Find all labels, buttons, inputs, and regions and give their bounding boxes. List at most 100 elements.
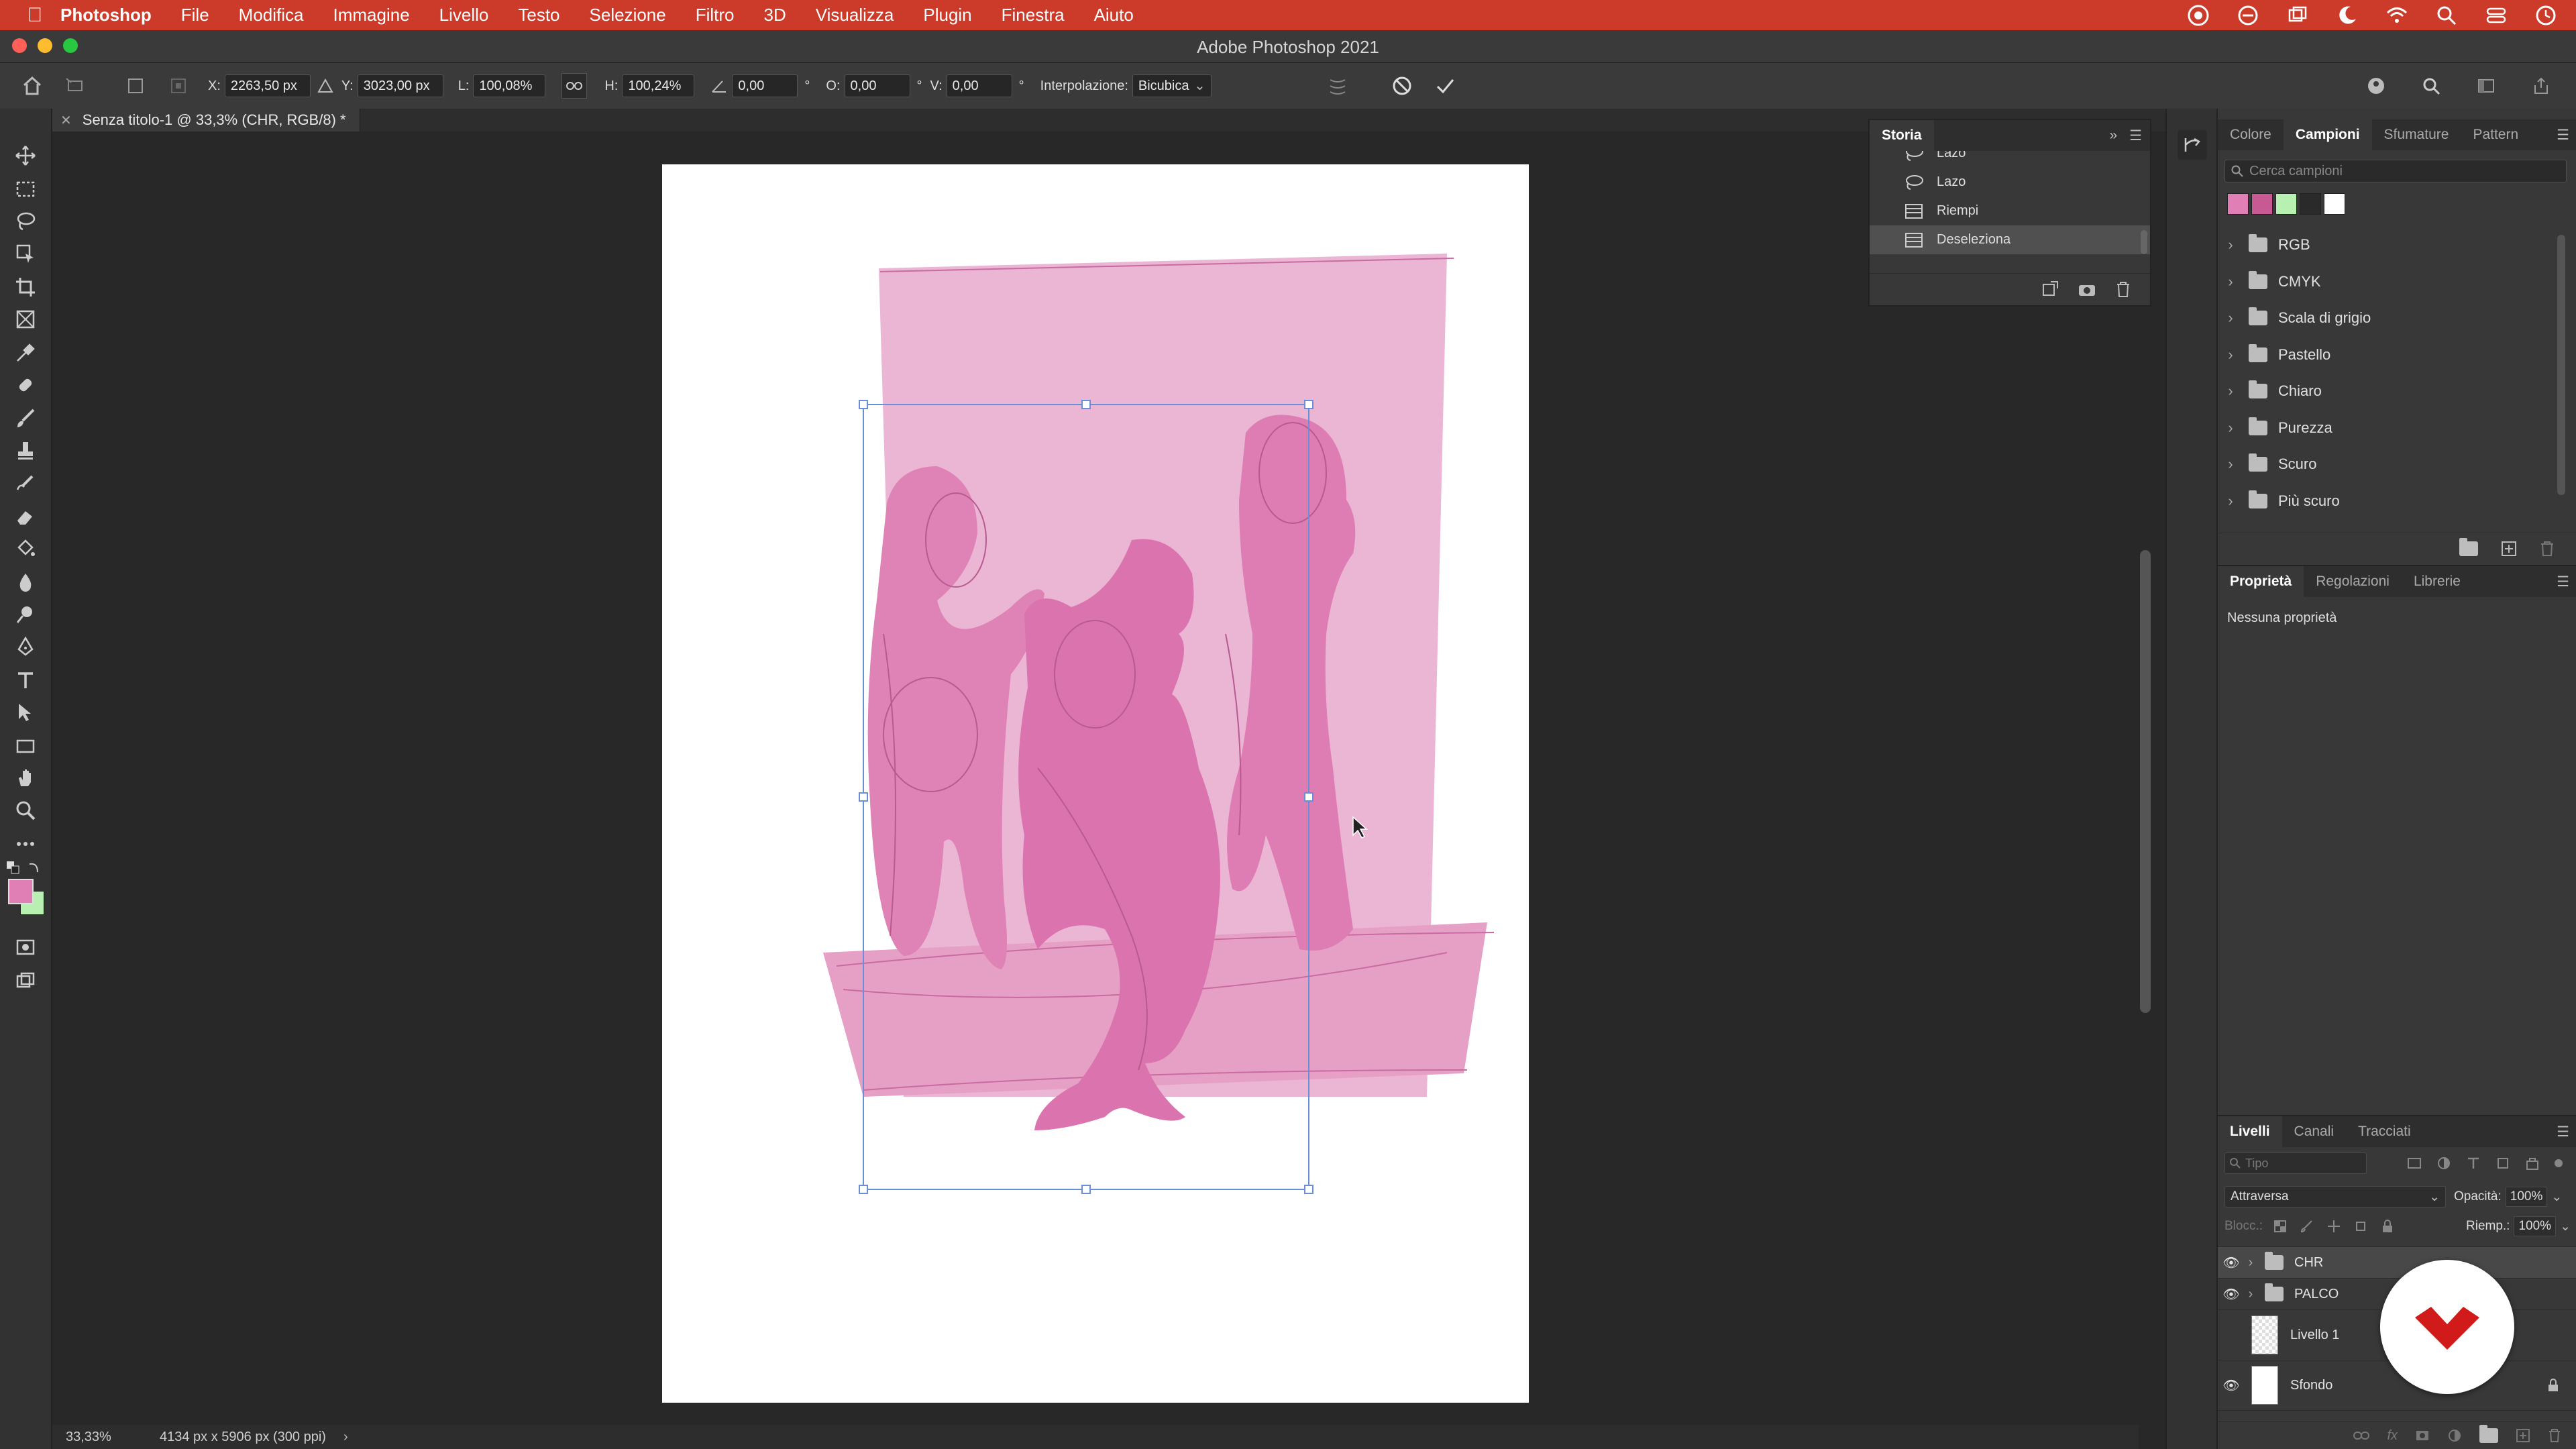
- new-group-icon[interactable]: [2479, 1425, 2498, 1443]
- visibility-eye-icon[interactable]: 👁: [2218, 1286, 2245, 1303]
- link-proportions-icon[interactable]: [561, 73, 588, 99]
- chevron-down-icon[interactable]: ⌄: [2551, 1189, 2562, 1205]
- swatch-group-row[interactable]: › Purezza: [2218, 410, 2576, 447]
- document-canvas[interactable]: [662, 164, 1529, 1403]
- control-center-icon[interactable]: [2485, 4, 2508, 27]
- workspace-icon[interactable]: [2474, 74, 2498, 98]
- new-swatch-group-icon[interactable]: [2459, 538, 2478, 556]
- reference-point-icon[interactable]: [123, 74, 148, 98]
- apple-menu-icon[interactable]: : [15, 4, 55, 27]
- default-colors-icon[interactable]: [5, 860, 20, 875]
- swatch-group-row[interactable]: › Chiaro: [2218, 373, 2576, 410]
- filter-toggle-icon[interactable]: [2555, 1159, 2563, 1167]
- swatch-search-input[interactable]: Cerca campioni: [2224, 160, 2567, 182]
- dodge-tool-icon[interactable]: [12, 601, 39, 628]
- panel-menu-icon[interactable]: ☰: [2557, 127, 2569, 144]
- home-icon[interactable]: [20, 74, 44, 98]
- reference-grid-icon[interactable]: [166, 74, 191, 98]
- cancel-transform-icon[interactable]: [1390, 74, 1414, 98]
- recent-swatch[interactable]: [2227, 193, 2249, 215]
- collapse-panel-icon[interactable]: »: [2109, 127, 2117, 144]
- delete-state-trash-icon[interactable]: [2115, 280, 2131, 298]
- quick-mask-icon[interactable]: [12, 934, 39, 961]
- snapshot-camera-icon[interactable]: [2078, 281, 2096, 297]
- zoom-tool-icon[interactable]: [12, 797, 39, 824]
- filter-shape-layer-icon[interactable]: [2496, 1156, 2510, 1171]
- swatch-group-row[interactable]: › Pastello: [2218, 337, 2576, 374]
- document-tab[interactable]: ✕ Senza titolo-1 @ 33,3% (CHR, RGB/8) *: [52, 109, 360, 131]
- search-icon[interactable]: [2419, 74, 2443, 98]
- chevron-right-icon[interactable]: ›: [2220, 492, 2241, 510]
- lock-transparent-pixels-icon[interactable]: [2273, 1220, 2287, 1233]
- new-document-from-state-icon[interactable]: [2041, 280, 2059, 298]
- creative-cloud-icon[interactable]: [2187, 4, 2210, 27]
- lock-artboard-icon[interactable]: [2354, 1220, 2367, 1233]
- warp-mode-icon[interactable]: [1326, 74, 1350, 98]
- history-item[interactable]: Lazo: [1870, 151, 2150, 168]
- rotate-angle-field[interactable]: 0,00: [732, 74, 798, 97]
- tab-librerie[interactable]: Librerie: [2402, 566, 2473, 597]
- swap-colors-icon[interactable]: [27, 860, 42, 875]
- commit-transform-icon[interactable]: [1433, 74, 1457, 98]
- recent-swatch[interactable]: [2275, 193, 2297, 215]
- blend-mode-select[interactable]: Attraversa ⌄: [2224, 1186, 2446, 1208]
- tab-tracciati[interactable]: Tracciati: [2346, 1116, 2423, 1147]
- menu-file[interactable]: File: [181, 5, 209, 25]
- tab-regolazioni[interactable]: Regolazioni: [2304, 566, 2402, 597]
- swatch-group-row[interactable]: › CMYK: [2218, 264, 2576, 301]
- tab-pattern[interactable]: Pattern: [2461, 119, 2530, 150]
- swatch-group-row[interactable]: › Scuro: [2218, 446, 2576, 483]
- filter-adjustment-layer-icon[interactable]: [2436, 1156, 2451, 1171]
- chevron-right-icon[interactable]: ›: [343, 1430, 348, 1445]
- vertical-scrollbar[interactable]: [2140, 550, 2151, 1013]
- tab-canali[interactable]: Canali: [2282, 1116, 2347, 1147]
- history-brush-tool-icon[interactable]: [12, 471, 39, 498]
- chevron-right-icon[interactable]: ›: [2220, 346, 2241, 364]
- menu-app[interactable]: Photoshop: [60, 5, 152, 25]
- blur-tool-icon[interactable]: [12, 569, 39, 596]
- clock-icon[interactable]: [2534, 4, 2557, 27]
- link-layers-icon[interactable]: [2353, 1430, 2370, 1441]
- foreground-color-swatch[interactable]: [8, 879, 34, 904]
- menu-filtro[interactable]: Filtro: [696, 5, 735, 25]
- history-scrollbar[interactable]: [2141, 230, 2147, 254]
- tab-livelli[interactable]: Livelli: [2218, 1116, 2282, 1147]
- move-tool-icon[interactable]: [12, 142, 39, 169]
- menu-plugin[interactable]: Plugin: [923, 5, 971, 25]
- pen-tool-icon[interactable]: [12, 633, 39, 660]
- recent-swatch[interactable]: [2300, 193, 2321, 215]
- chevron-right-icon[interactable]: ›: [2220, 455, 2241, 473]
- new-layer-icon[interactable]: [2516, 1428, 2530, 1443]
- share-account-icon[interactable]: [2364, 74, 2388, 98]
- horizontal-skew-field[interactable]: 0,00: [844, 74, 910, 97]
- share-icon[interactable]: [2529, 74, 2553, 98]
- windows-icon[interactable]: [2286, 4, 2309, 27]
- filter-pixel-layer-icon[interactable]: [2407, 1156, 2422, 1171]
- layer-effects-icon[interactable]: fx: [2387, 1428, 2398, 1444]
- close-document-icon[interactable]: ✕: [60, 112, 72, 129]
- chevron-right-icon[interactable]: ›: [2220, 382, 2241, 400]
- paint-bucket-tool-icon[interactable]: [12, 535, 39, 562]
- lasso-tool-icon[interactable]: [12, 208, 39, 235]
- layer-filter-select[interactable]: Tipo: [2224, 1152, 2367, 1174]
- crop-tool-icon[interactable]: [12, 274, 39, 301]
- new-adjustment-layer-icon[interactable]: [2447, 1428, 2462, 1443]
- menu-livello[interactable]: Livello: [439, 5, 489, 25]
- history-item[interactable]: Riempi: [1870, 197, 2150, 225]
- hand-tool-icon[interactable]: [12, 765, 39, 792]
- history-panel-icon[interactable]: [2178, 130, 2207, 160]
- healing-brush-tool-icon[interactable]: [12, 372, 39, 398]
- x-position-field[interactable]: 2263,50 px: [224, 74, 311, 97]
- menu-selezione[interactable]: Selezione: [590, 5, 666, 25]
- zoom-level[interactable]: 33,33%: [66, 1430, 140, 1445]
- filter-smart-object-icon[interactable]: [2525, 1156, 2540, 1171]
- opacity-field[interactable]: 100%: [2505, 1187, 2548, 1207]
- transform-tool-icon[interactable]: [63, 74, 87, 98]
- delete-layer-trash-icon[interactable]: [2548, 1428, 2561, 1443]
- swatch-group-row[interactable]: › RGB: [2218, 227, 2576, 264]
- moon-icon[interactable]: [2336, 4, 2359, 27]
- chevron-right-icon[interactable]: ›: [2220, 309, 2241, 327]
- menu-3d[interactable]: 3D: [764, 5, 786, 25]
- height-percent-field[interactable]: 100,24%: [622, 74, 695, 97]
- panel-menu-icon[interactable]: ☰: [2129, 127, 2142, 144]
